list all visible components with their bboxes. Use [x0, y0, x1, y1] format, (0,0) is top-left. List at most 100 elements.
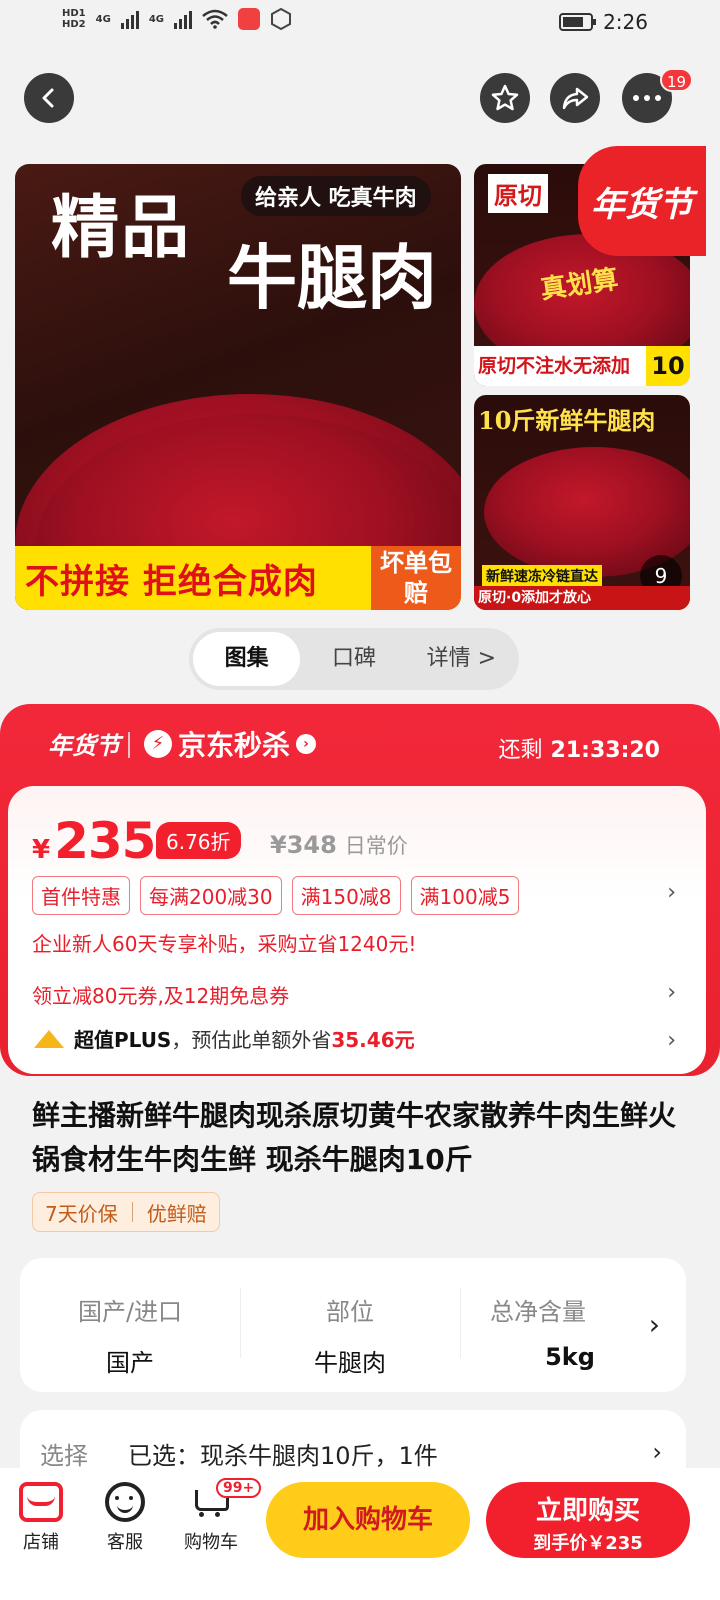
attribute-value: 国产 [106, 1349, 154, 1377]
more-icon [633, 95, 661, 101]
current-price: ¥ 235 [32, 812, 156, 870]
plus-savings-row[interactable]: 超值PLUS，预估此单额外省35.46元 [32, 1024, 415, 1053]
status-time: 2:26 [603, 10, 648, 34]
coupon-offer-text[interactable]: 领立减80元券,及12期免息券 [32, 980, 289, 1009]
attribute-value: 5kg [545, 1343, 595, 1371]
image-bottom-text: 不拼接 拒绝合成肉 [25, 561, 318, 602]
network-label-1: 4G [95, 13, 111, 25]
image-pill-text: 给亲人 吃真牛肉 [241, 176, 431, 216]
price-value: 235 [54, 812, 156, 870]
seckill-header: 年货节 ⚡ 京东秒杀 › 还剩 21:33:20 [0, 704, 720, 786]
festival-label: 年货节 [48, 731, 120, 760]
attribute-origin: 国产/进口 国产 [20, 1258, 240, 1392]
main-product-image[interactable]: 精品 给亲人 吃真牛肉 牛腿肉 不拼接 拒绝合成肉 坏单包赔 [15, 164, 461, 610]
divider [128, 732, 130, 758]
share-button[interactable] [550, 73, 600, 123]
store-label: 店铺 [23, 1532, 59, 1553]
side-image-tag: 原切 [488, 174, 548, 213]
image-headline-1: 精品 [51, 188, 192, 268]
lightning-icon: ⚡ [144, 730, 172, 758]
chevron-left-icon [42, 88, 54, 108]
seckill-promo-card: 年货节 ⚡ 京东秒杀 › 还剩 21:33:20 ¥ 235 6.76折 ¥348… [0, 704, 720, 1076]
status-bar-right: 2:26 [559, 10, 648, 34]
tab-reviews[interactable]: 口碑 [300, 632, 407, 686]
tab-gallery[interactable]: 图集 [193, 632, 301, 686]
product-attributes[interactable]: 国产/进口 国产 部位 牛腿肉 总净含量 5kg › [20, 1258, 686, 1392]
coupon-list[interactable]: 首件特惠 每满200减30 满150减8 满100减5 [32, 876, 520, 915]
original-price-value: ¥348 [270, 831, 337, 859]
enterprise-subsidy-text[interactable]: 企业新人60天专享补贴，采购立省1240元! [32, 928, 416, 957]
price-panel: ¥ 235 6.76折 ¥348 日常价 首件特惠 每满200减30 满150减8… [8, 786, 706, 1074]
attribute-value: 牛腿肉 [314, 1349, 386, 1377]
hd2-label: HD2 [62, 19, 86, 30]
side-image-bar: 原切不注水无添加 10斤 [474, 346, 690, 386]
hand-icon [270, 8, 291, 30]
back-button[interactable] [24, 73, 74, 123]
seckill-link[interactable]: ⚡ 京东秒杀 › [144, 724, 317, 764]
attribute-key: 国产/进口 [77, 1298, 183, 1326]
notification-badge: 19 [660, 68, 694, 92]
store-icon [19, 1482, 63, 1522]
chevron-right-icon[interactable]: › [667, 980, 676, 1005]
seckill-label: 京东秒杀 [178, 729, 291, 762]
original-price: ¥348 日常价 [270, 830, 408, 860]
chevron-right-icon[interactable]: › [667, 880, 676, 905]
customer-service-button[interactable]: 客服 [90, 1482, 160, 1554]
buy-now-button[interactable]: 立即购买 到手价￥235 [486, 1482, 690, 1558]
attribute-key: 部位 [326, 1298, 374, 1326]
gallery-tabs: 图集 口碑 详情 > [189, 628, 519, 690]
hd-indicator: HD1 HD2 [62, 8, 86, 30]
buy-now-price: 到手价￥235 [533, 1533, 643, 1554]
chevron-right-icon: › [652, 1438, 662, 1466]
coupon-tag[interactable]: 满100减5 [410, 876, 520, 915]
product-title: 鲜主播新鲜牛腿肉现杀原切黄牛农家散养牛肉生鲜火锅食材生牛肉生鲜 现杀牛腿肉10斤 [32, 1099, 677, 1176]
divider [131, 1202, 133, 1222]
attribute-part: 部位 牛腿肉 [240, 1258, 460, 1392]
countdown: 还剩 21:33:20 [499, 732, 660, 764]
image-bottom-bar: 不拼接 拒绝合成肉 坏单包赔 [15, 546, 461, 610]
plus-text: ，预估此单额外省 [171, 1028, 332, 1052]
original-price-label: 日常价 [344, 834, 408, 858]
tab-details[interactable]: 详情 > [408, 632, 515, 686]
side-image-title: 10斤新鲜牛腿肉 [478, 406, 656, 435]
service-tag: 优鲜赔 [146, 1201, 207, 1226]
customer-service-label: 客服 [107, 1532, 143, 1553]
currency-symbol: ¥ [32, 835, 51, 865]
chevron-right-icon[interactable]: › [667, 1028, 676, 1053]
app-notification-icon [237, 8, 260, 30]
coupon-tag[interactable]: 首件特惠 [32, 876, 130, 915]
wifi-icon [202, 9, 228, 29]
share-icon [562, 87, 589, 110]
coupon-tag[interactable]: 满150减8 [291, 876, 401, 915]
image-bottom-box: 坏单包赔 [371, 546, 461, 610]
sku-value: 已选：现杀牛腿肉10斤，1件 [128, 1442, 438, 1470]
sku-label: 选择 [40, 1442, 88, 1470]
service-tags[interactable]: 7天价保 优鲜赔 [32, 1192, 220, 1232]
status-bar-left: HD1 HD2 4G 4G [62, 8, 292, 30]
countdown-prefix: 还剩 [498, 738, 543, 763]
crown-icon [32, 1028, 66, 1050]
service-tag: 7天价保 [45, 1201, 118, 1226]
add-to-cart-button[interactable]: 加入购物车 [266, 1482, 470, 1558]
chevron-right-icon: › [296, 734, 317, 754]
hd1-label: HD1 [62, 8, 86, 19]
side-image-2[interactable]: 10斤新鲜牛腿肉 新鲜速冻冷链直达 9 原切·0添加才放心 [474, 395, 690, 610]
chevron-right-icon[interactable]: › [649, 1308, 660, 1341]
buy-now-label: 立即购买 [535, 1496, 640, 1526]
festival-badge: 年货节 [578, 146, 706, 256]
image-headline-2: 牛腿肉 [227, 236, 437, 319]
countdown-timer: 21:33:20 [550, 738, 660, 763]
side-image-strip: 新鲜速冻冷链直达 [482, 565, 602, 587]
favorite-button[interactable] [480, 73, 530, 123]
side-image-bar-badge: 10斤 [646, 346, 690, 386]
coupon-tag[interactable]: 每满200减30 [140, 876, 282, 915]
discount-badge: 6.76折 [156, 822, 241, 859]
cart-label: 购物车 [184, 1532, 238, 1553]
store-button[interactable]: 店铺 [6, 1482, 76, 1554]
cart-button[interactable]: 99+ 购物车 [176, 1478, 262, 1554]
chat-icon [105, 1482, 145, 1522]
cart-badge: 99+ [216, 1478, 262, 1498]
status-bar: HD1 HD2 4G 4G 2:26 [0, 0, 720, 50]
signal-icon-2 [173, 9, 192, 29]
signal-icon-1 [120, 9, 139, 29]
